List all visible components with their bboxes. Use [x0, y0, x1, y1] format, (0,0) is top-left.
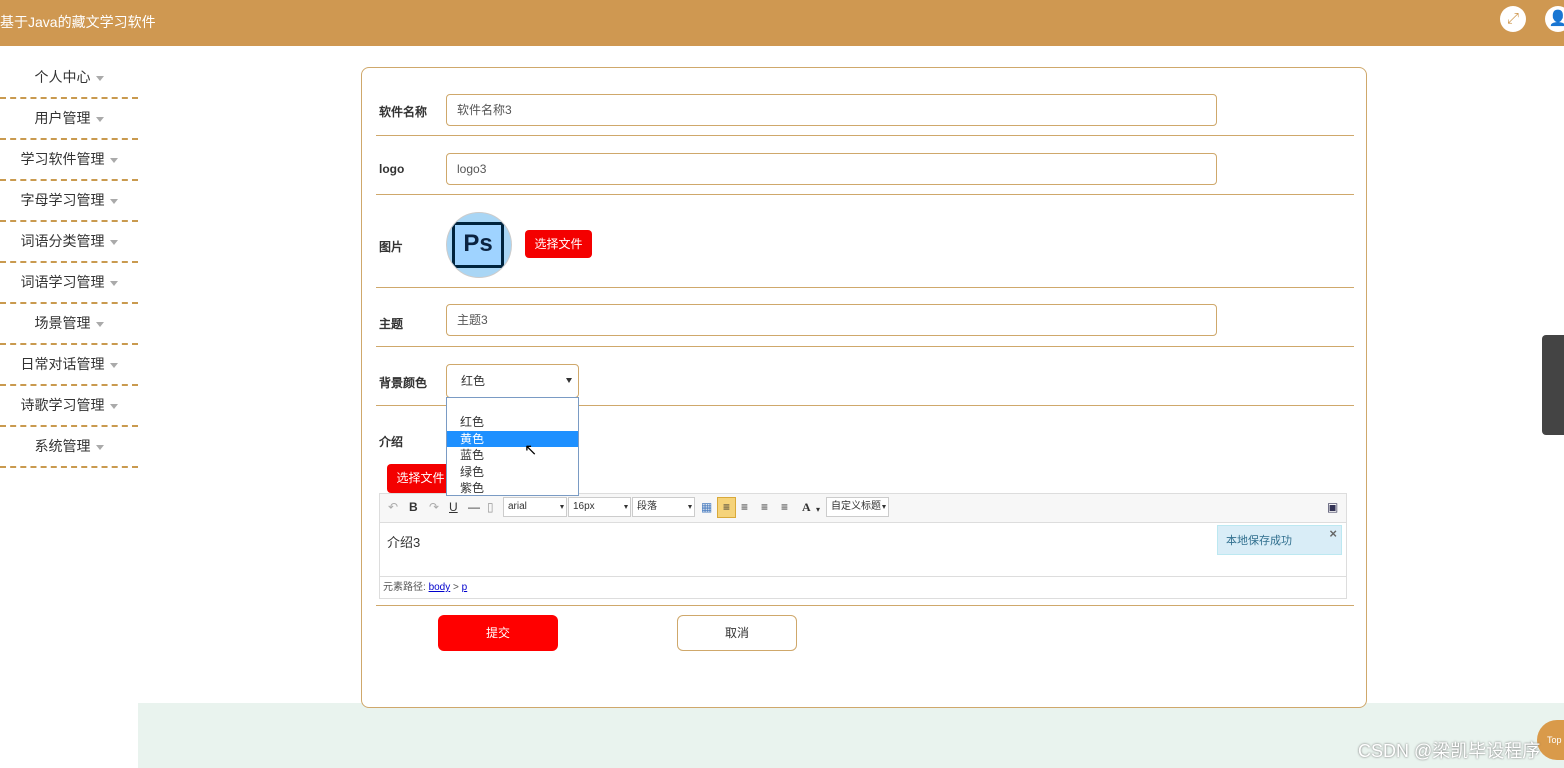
font-family-select[interactable]: arial [503, 497, 567, 517]
path-body-link[interactable]: body [429, 582, 451, 593]
image-preview: Ps [446, 212, 512, 278]
caret-down-icon [95, 116, 104, 122]
background-color-dropdown: 红色 黄色 蓝色 绿色 紫色 [446, 397, 579, 496]
divider [376, 194, 1354, 195]
sidebar: 个人中心 用户管理 学习软件管理 字母学习管理 词语分类管理 词语学习管理 场景… [0, 58, 138, 468]
edit-form: 软件名称 软件名称3 logo logo3 图片 Ps 选择文件 主题 主题3 … [361, 67, 1367, 708]
name-label: 软件名称 [379, 105, 428, 119]
sidebar-item-scenes[interactable]: 场景管理 [0, 304, 138, 345]
app-title: 基于Java的藏文学习软件 [0, 14, 156, 30]
paragraph-select[interactable]: 段落 [632, 497, 695, 517]
sidebar-item-personal[interactable]: 个人中心 [0, 58, 138, 99]
user-icon[interactable]: 👤 [1545, 6, 1564, 32]
option-purple[interactable]: 紫色 [447, 480, 578, 497]
dropdown-arrow-icon [560, 505, 564, 509]
name-input[interactable]: 软件名称3 [446, 94, 1217, 126]
background-color-label: 背景颜色 [379, 376, 428, 390]
preview-icon[interactable]: ▣ [1327, 500, 1338, 514]
sidebar-item-word-learning[interactable]: 词语学习管理 [0, 263, 138, 304]
divider [376, 135, 1354, 136]
option-green[interactable]: 绿色 [447, 464, 578, 481]
sidebar-item-word-categories[interactable]: 词语分类管理 [0, 222, 138, 263]
custom-heading-select[interactable]: 自定义标题 [826, 497, 889, 517]
dropdown-arrow-icon [624, 505, 628, 509]
option-blue[interactable]: 蓝色 [447, 447, 578, 464]
dropdown-arrow-icon [882, 505, 886, 509]
underline-icon[interactable]: U [449, 500, 458, 514]
cancel-button[interactable]: 取消 [677, 615, 797, 651]
option-red[interactable]: 红色 [447, 414, 578, 431]
submit-button[interactable]: 提交 [438, 615, 558, 651]
option-yellow[interactable]: 黄色 [447, 430, 578, 448]
editor-content[interactable]: 介绍3 [387, 532, 420, 551]
top-bar: 基于Java的藏文学习软件 ⤢ 👤 [0, 0, 1564, 46]
undo-icon[interactable]: ↶ [388, 500, 398, 514]
table-icon[interactable]: ▦ [701, 500, 712, 514]
align-center-icon[interactable]: ≡ [761, 500, 768, 514]
intro-label: 介绍 [379, 435, 404, 449]
background-color-select[interactable]: 红色 [446, 364, 579, 398]
sidebar-item-dialogues[interactable]: 日常对话管理 [0, 345, 138, 386]
caret-down-icon [95, 75, 104, 81]
footer-band [138, 703, 1564, 768]
caret-down-icon [109, 239, 118, 245]
divider [376, 287, 1354, 288]
dropdown-arrow-icon [688, 505, 692, 509]
divider [376, 346, 1354, 347]
dropdown-arrow-icon [566, 378, 572, 383]
caret-down-icon [109, 157, 118, 163]
bold-icon[interactable]: B [409, 500, 418, 514]
watermark: CSDN @梁凯毕设程序 [1358, 741, 1541, 761]
sidebar-item-users[interactable]: 用户管理 [0, 99, 138, 140]
caret-down-icon [109, 198, 118, 204]
caret-down-icon [109, 362, 118, 368]
sidebar-item-letters[interactable]: 字母学习管理 [0, 181, 138, 222]
image-label: 图片 [379, 240, 404, 254]
font-color-icon[interactable]: A [802, 500, 811, 514]
logo-label: logo [379, 162, 405, 176]
caret-down-icon [109, 280, 118, 286]
choose-image-button[interactable]: 选择文件 [525, 230, 592, 258]
local-save-toast: 本地保存成功 × [1217, 525, 1342, 555]
close-icon[interactable]: × [1329, 519, 1337, 549]
align-right-icon[interactable]: ≡ [741, 500, 748, 514]
align-justify-icon[interactable]: ≡ [781, 500, 788, 514]
font-size-select[interactable]: 16px [568, 497, 631, 517]
logo-input[interactable]: logo3 [446, 153, 1217, 185]
font-color-dropdown-icon[interactable]: ▾ [816, 503, 820, 517]
editor-toolbar: ↶ B ↷ U — ▯ arial 16px 段落 ▦ ≡ ≡ ≡ ≡ A ▾ … [380, 494, 1346, 523]
mouse-cursor-icon: ↖ [524, 442, 538, 459]
path-p-link[interactable]: p [462, 582, 468, 593]
divider [376, 605, 1354, 606]
theme-label: 主题 [379, 317, 404, 331]
caret-down-icon [95, 444, 104, 450]
redo-icon[interactable]: ↷ [429, 500, 439, 514]
side-drawer-handle[interactable] [1542, 335, 1564, 435]
sidebar-item-software[interactable]: 学习软件管理 [0, 140, 138, 181]
photoshop-icon: Ps [452, 222, 504, 268]
caret-down-icon [95, 321, 104, 327]
caret-down-icon [109, 403, 118, 409]
theme-input[interactable]: 主题3 [446, 304, 1217, 336]
fullscreen-icon[interactable]: ⤢ [1500, 6, 1526, 32]
rich-text-editor: ↶ B ↷ U — ▯ arial 16px 段落 ▦ ≡ ≡ ≡ ≡ A ▾ … [379, 493, 1347, 599]
align-left-icon[interactable]: ≡ [717, 497, 736, 518]
sidebar-item-poetry[interactable]: 诗歌学习管理 [0, 386, 138, 427]
sidebar-item-system[interactable]: 系统管理 [0, 427, 138, 468]
paste-icon[interactable]: ▯ [487, 500, 494, 514]
element-path-bar: 元素路径: body > p [380, 576, 1346, 597]
intro-choose-file-button[interactable]: 选择文件 [387, 464, 454, 493]
horizontal-rule-icon[interactable]: — [468, 500, 480, 514]
